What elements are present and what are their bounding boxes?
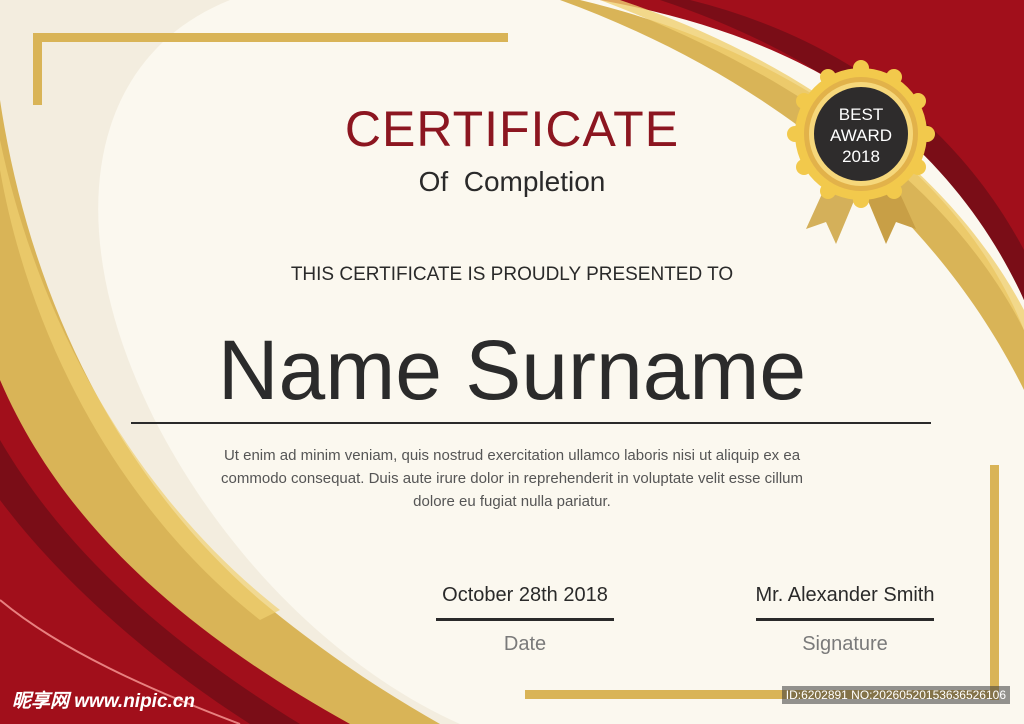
watermark-id: ID:6202891 NO:20260520153636526106 [781, 686, 1010, 704]
signer-name: Mr. Alexander Smith [755, 584, 935, 606]
name-underline [131, 422, 931, 424]
date-block: October 28th 2018 Date [425, 580, 625, 656]
frame-top-left-horizontal [33, 33, 508, 42]
recipient-name: Name Surname [217, 323, 807, 417]
watermark-site: 昵享网 www.nipic.cn [12, 691, 195, 712]
date-label: Date [503, 633, 547, 655]
certificate-subtitle: Of Completion [418, 166, 606, 197]
date-value: October 28th 2018 [442, 584, 608, 606]
frame-bottom-right-vertical [990, 465, 999, 700]
date-line [436, 618, 614, 621]
frame-top-left-vertical [33, 33, 42, 105]
signature-label: Signature [802, 633, 888, 655]
signature-line [756, 618, 934, 621]
signature-block: Mr. Alexander Smith Signature [745, 580, 945, 656]
body-paragraph: Ut enim ad minim veniam, quis nostrud ex… [221, 447, 803, 510]
presented-to-text: THIS CERTIFICATE IS PROUDLY PRESENTED TO [290, 264, 734, 285]
certificate-page: BEST AWARD 2018 CERTIFICATE Of Completio… [0, 0, 1024, 724]
certificate-title: CERTIFICATE [344, 101, 680, 157]
